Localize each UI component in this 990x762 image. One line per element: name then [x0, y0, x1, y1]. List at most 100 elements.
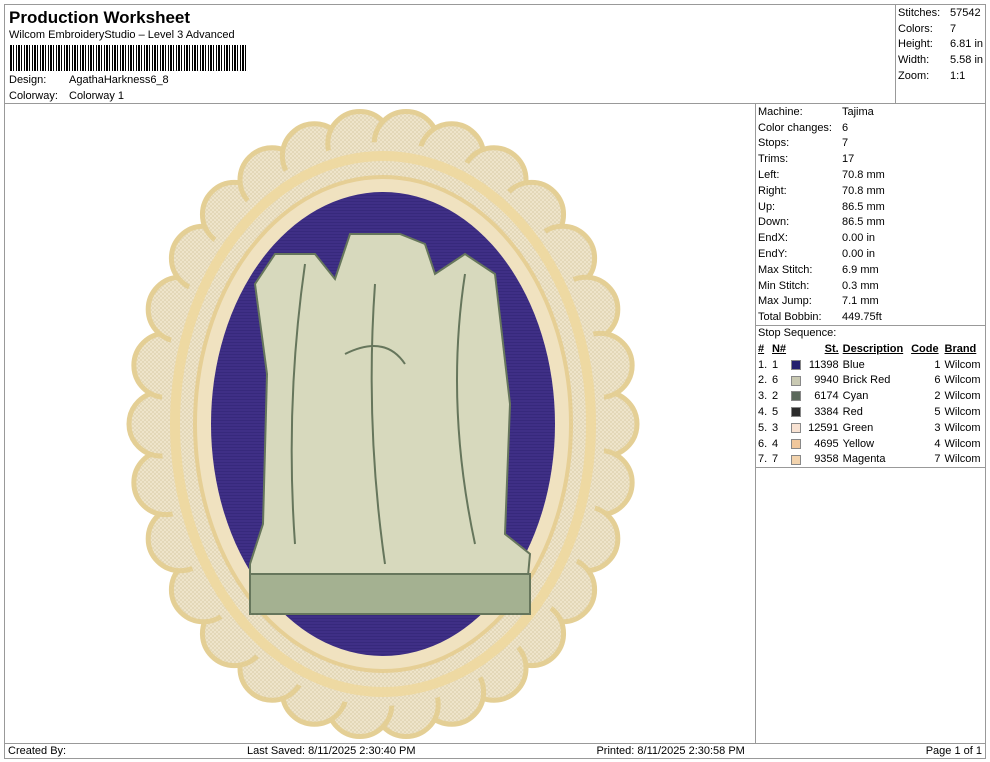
column-header: Description — [842, 342, 904, 355]
stitch-count: 9940 — [814, 374, 839, 387]
color-swatch — [791, 422, 802, 433]
info-label: Min Stitch: — [758, 279, 810, 292]
color-swatch — [791, 375, 802, 386]
info-label: Max Stitch: — [758, 263, 813, 276]
stitch-count: 12591 — [808, 421, 839, 434]
color-swatch-cell — [789, 436, 804, 452]
info-value: Tajima — [842, 105, 874, 118]
info-row: Stops: 7 — [756, 136, 985, 152]
info-row: Down: 86.5 mm — [756, 215, 985, 231]
code: 3 — [934, 421, 941, 434]
info-row: Colors: 7 — [896, 21, 985, 37]
info-value: 6.81 in — [950, 38, 984, 51]
info-label: Up: — [758, 200, 776, 213]
description: Yellow — [842, 437, 875, 450]
code: 7 — [934, 453, 941, 466]
info-value: 70.8 mm — [842, 184, 885, 197]
info-row: Width: 5.58 in — [896, 52, 985, 68]
brand: Wilcom — [944, 437, 981, 450]
stop-index: 3. — [758, 390, 768, 403]
needle-number: 6 — [771, 374, 779, 387]
info-row: Height: 6.81 in — [896, 37, 985, 53]
column-header: N# — [771, 342, 787, 355]
info-label: Width: — [898, 54, 930, 67]
info-label: Stitches: — [898, 6, 941, 19]
table-row: 4. 5 3384 Red 5 Wilcom — [756, 404, 985, 420]
info-value: 57542 — [950, 6, 981, 19]
stitch-count: 4695 — [814, 437, 839, 450]
color-swatch-cell — [789, 357, 804, 373]
info-row: Max Jump: 7.1 mm — [756, 294, 985, 310]
stop-index: 5. — [758, 421, 768, 434]
stop-index: 2. — [758, 374, 768, 387]
info-value: 17 — [842, 153, 855, 166]
info-value: 0.3 mm — [842, 279, 879, 292]
column-header: Code — [911, 342, 939, 355]
table-row: 1. 1 11398 Blue 1 Wilcom — [756, 357, 985, 373]
info-label: Total Bobbin: — [758, 311, 822, 324]
table-row: 5. 3 12591 Green 3 Wilcom — [756, 420, 985, 436]
info-row: EndX: 0.00 in — [756, 230, 985, 246]
design-preview — [4, 103, 756, 744]
info-value: 70.8 mm — [842, 169, 885, 182]
info-row: Up: 86.5 mm — [756, 199, 985, 215]
color-swatch-cell — [789, 404, 804, 420]
colorway-value: Colorway 1 — [69, 90, 125, 102]
code: 6 — [934, 374, 941, 387]
color-swatch-cell — [789, 388, 804, 404]
subtitle: Wilcom EmbroideryStudio – Level 3 Advanc… — [9, 29, 235, 41]
header: Production Worksheet Wilcom EmbroiderySt… — [4, 4, 896, 104]
brand: Wilcom — [944, 453, 981, 466]
table-row: 3. 2 6174 Cyan 2 Wilcom — [756, 388, 985, 404]
info-row: EndY: 0.00 in — [756, 246, 985, 262]
page-title: Production Worksheet — [9, 8, 191, 27]
stop-index: 4. — [758, 406, 768, 419]
description: Blue — [842, 358, 865, 371]
needle-number: 3 — [771, 421, 779, 434]
info-row: Total Bobbin: 449.75ft — [756, 309, 985, 325]
barcode — [10, 45, 246, 71]
info-row: Trims: 17 — [756, 151, 985, 167]
design-label: Design: — [9, 74, 47, 86]
needle-number: 4 — [771, 437, 779, 450]
stats-panel: Stitches: 57542 Colors: 7 Height: 6.81 in Widt… — [895, 4, 986, 104]
info-row: Right: 70.8 mm — [756, 183, 985, 199]
stitch-count: 9358 — [814, 453, 839, 466]
embroidery-design-image — [126, 109, 640, 739]
description: Red — [842, 406, 863, 419]
brand: Wilcom — [944, 421, 981, 434]
footer: Created By: Last Saved: 8/11/2025 2:30:4… — [4, 743, 986, 759]
info-row: Stitches: 57542 — [896, 5, 985, 21]
color-swatch-cell — [789, 452, 804, 468]
info-label: Right: — [758, 184, 787, 197]
code: 4 — [934, 437, 941, 450]
info-value: 449.75ft — [842, 311, 882, 324]
design-row: Design: AgathaHarkness6_8 — [9, 74, 169, 86]
color-swatch — [791, 359, 802, 370]
stop-index: 1. — [758, 358, 768, 371]
colorway-label: Colorway: — [9, 90, 58, 102]
brand: Wilcom — [944, 390, 981, 403]
description: Cyan — [842, 390, 869, 403]
stop-index: 6. — [758, 437, 768, 450]
info-label: Height: — [898, 38, 933, 51]
info-label: EndX: — [758, 232, 788, 245]
info-value: 0.00 in — [842, 232, 876, 245]
info-value: 86.5 mm — [842, 216, 885, 229]
last-saved: Last Saved: 8/11/2025 2:30:40 PM — [246, 745, 416, 757]
info-label: EndY: — [758, 248, 788, 261]
code: 1 — [934, 358, 941, 371]
info-label: Zoom: — [898, 70, 930, 83]
info-row: Max Stitch: 6.9 mm — [756, 262, 985, 278]
description: Brick Red — [842, 374, 891, 387]
description: Green — [842, 421, 874, 434]
stitch-count: 11398 — [808, 358, 839, 371]
brand: Wilcom — [944, 406, 981, 419]
info-value: 0.00 in — [842, 248, 876, 261]
color-swatch-cell — [789, 420, 804, 436]
color-swatch-cell — [789, 373, 804, 389]
info-row: Zoom: 1:1 — [896, 68, 985, 84]
stop-sequence-table: # N# St. Description Code Brand 1. 1 11398 Blue 1… — [756, 341, 985, 467]
column-header: St. — [824, 342, 839, 355]
needle-number: 2 — [771, 390, 779, 403]
